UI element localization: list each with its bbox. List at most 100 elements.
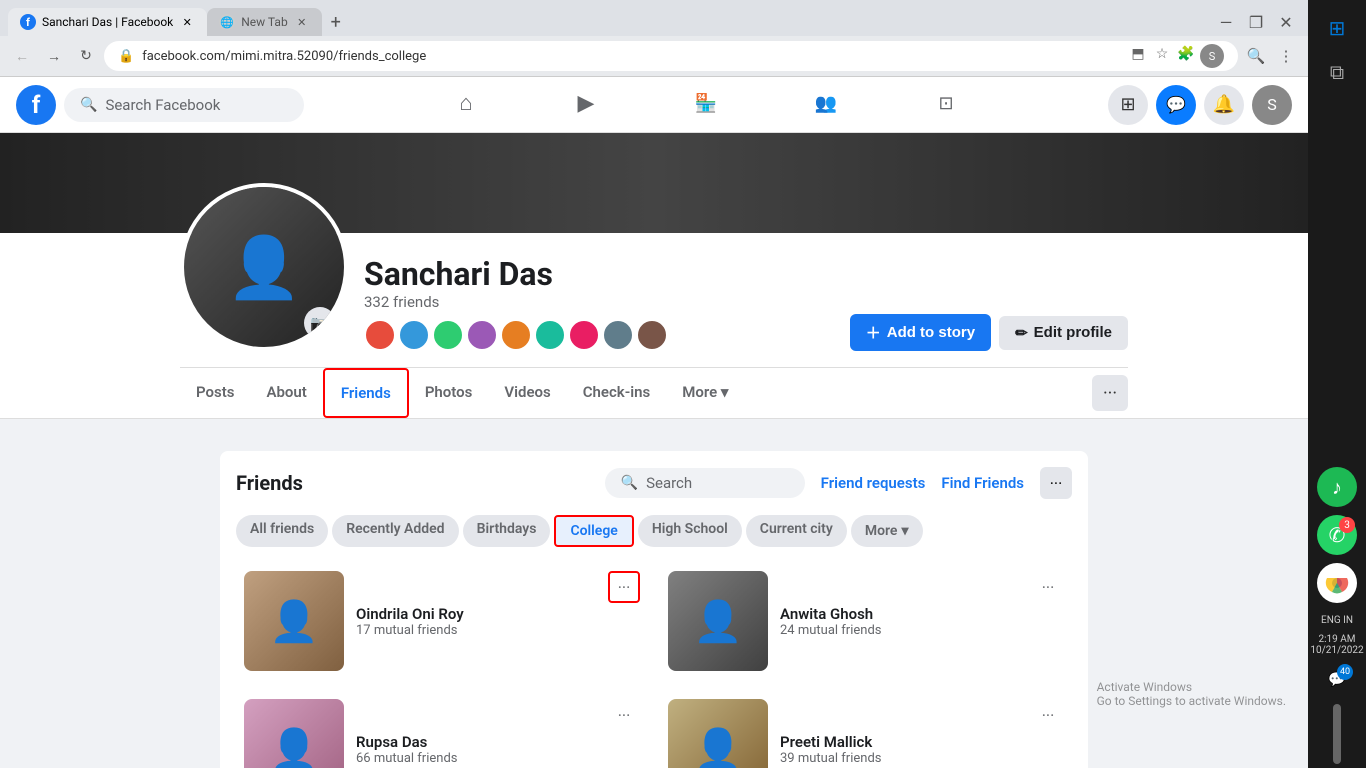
high-school-label: High School	[652, 521, 728, 537]
window-minimize-button[interactable]: —	[1212, 8, 1240, 36]
friend-options-button-rupsa[interactable]: ···	[608, 699, 640, 731]
pencil-icon: ✏	[1015, 324, 1028, 342]
messenger-button[interactable]: 💬	[1156, 85, 1196, 125]
window-maximize-button[interactable]: ❐	[1242, 8, 1270, 36]
browser-menu-icon[interactable]: ⋮	[1272, 42, 1300, 70]
windows-start-icon[interactable]: ⊞	[1317, 8, 1357, 48]
new-tab-button[interactable]: +	[322, 8, 350, 36]
friend-options-button-preeti[interactable]: ···	[1032, 699, 1064, 731]
friend-card-rupsa[interactable]: 👤 Rupsa Das 66 mutual friends ···	[236, 691, 648, 768]
profile-avatar[interactable]: S	[1252, 85, 1292, 125]
friend-name-rupsa: Rupsa Das	[356, 733, 640, 751]
add-to-story-label: Add to story	[887, 324, 975, 341]
nav-more[interactable]: More ▾	[666, 369, 744, 418]
friend-info-rupsa: Rupsa Das 66 mutual friends	[356, 733, 640, 766]
videos-label: Videos	[504, 383, 550, 401]
spotify-icon[interactable]: ♪	[1317, 467, 1357, 507]
star-icon[interactable]: ☆	[1152, 44, 1172, 64]
friends-section-wrapper: Friends 🔍 Search Friend requests Find Fr…	[204, 419, 1104, 768]
window-close-button[interactable]: ✕	[1272, 8, 1300, 36]
friend-card-oindrila[interactable]: 👤 Oindrila Oni Roy 17 mutual friends ···	[236, 563, 648, 679]
nav-home[interactable]: ⌂	[410, 79, 522, 131]
extensions-icon[interactable]: 🧩	[1176, 44, 1196, 64]
address-bar[interactable]: 🔒 facebook.com/mimi.mitra.52090/friends_…	[104, 41, 1238, 71]
profile-info-row: 👤 📷 Sanchari Das 332 friends	[180, 233, 1128, 368]
activate-windows-watermark: Activate Windows Go to Settings to activ…	[1097, 680, 1286, 708]
college-label: College	[570, 523, 617, 539]
back-button[interactable]: ←	[8, 42, 36, 70]
friend-avatar-1	[364, 319, 396, 351]
browser-tab-facebook[interactable]: f Sanchari Das | Facebook ✕	[8, 8, 207, 36]
more-label: More ▾	[682, 383, 728, 401]
nav-about[interactable]: About	[250, 369, 322, 418]
task-view-icon[interactable]: ⧉	[1317, 52, 1357, 92]
friend-mutual-rupsa: 66 mutual friends	[356, 751, 640, 766]
browser-tab-newtab[interactable]: 🌐 New Tab ✕	[207, 8, 321, 36]
friend-name-preeti: Preeti Mallick	[780, 733, 1064, 751]
search-bar[interactable]: 🔍 Search Facebook	[64, 88, 304, 122]
nav-videos[interactable]: Videos	[488, 369, 566, 418]
clock-widget[interactable]: 2:19 AM 10/21/2022	[1310, 634, 1363, 656]
language-indicator[interactable]: ENG IN	[1321, 615, 1353, 626]
friend-card-anwita[interactable]: 👤 Anwita Ghosh 24 mutual friends ···	[660, 563, 1072, 679]
friend-mutual-preeti: 39 mutual friends	[780, 751, 1064, 766]
nav-posts[interactable]: Posts	[180, 369, 250, 418]
nav-watch[interactable]: ▶	[530, 79, 642, 131]
friend-mutual-oindrila: 17 mutual friends	[356, 623, 640, 638]
profile-friends-count: 332 friends	[364, 293, 850, 311]
friend-card-preeti[interactable]: 👤 Preeti Mallick 39 mutual friends ···	[660, 691, 1072, 768]
facebook-logo[interactable]: f	[16, 85, 56, 125]
nav-groups[interactable]: 👥	[770, 79, 882, 131]
camera-button[interactable]: 📷	[304, 307, 336, 339]
browser-search-icon[interactable]: 🔍	[1242, 42, 1270, 70]
whatsapp-icon[interactable]: ✆ 3	[1317, 515, 1357, 555]
friend-info-anwita: Anwita Ghosh 24 mutual friends	[780, 605, 1064, 638]
filter-all-friends[interactable]: All friends	[236, 515, 328, 547]
all-friends-label: All friends	[250, 521, 314, 537]
tab-close-newtab[interactable]: ✕	[294, 14, 310, 30]
edit-profile-button[interactable]: ✏ Edit profile	[999, 316, 1128, 350]
reload-button[interactable]: ↻	[72, 42, 100, 70]
notifications-button[interactable]: 🔔	[1204, 85, 1244, 125]
filter-high-school[interactable]: High School	[638, 515, 742, 547]
friend-name-anwita: Anwita Ghosh	[780, 605, 1064, 623]
profile-picture[interactable]: 👤 📷	[180, 183, 348, 351]
windows-notification-icon[interactable]: 💬 40	[1317, 660, 1357, 700]
filter-recently-added[interactable]: Recently Added	[332, 515, 458, 547]
filter-current-city[interactable]: Current city	[746, 515, 847, 547]
tab-close-facebook[interactable]: ✕	[179, 14, 195, 30]
friends-options-button[interactable]: ···	[1040, 467, 1072, 499]
profile-nav-ellipsis[interactable]: ···	[1092, 375, 1128, 411]
friend-image-oindrila: 👤	[244, 571, 344, 671]
chrome-icon[interactable]	[1317, 563, 1357, 603]
profile-section: 👤 📷 Sanchari Das 332 friends	[0, 233, 1308, 368]
nav-friends[interactable]: Friends	[323, 368, 409, 418]
filter-more[interactable]: More ▾	[851, 515, 923, 547]
friend-avatars	[364, 319, 850, 351]
friend-avatar-8	[602, 319, 634, 351]
find-friends-link[interactable]: Find Friends	[941, 474, 1024, 492]
friends-search-bar[interactable]: 🔍 Search	[605, 468, 805, 498]
nav-checkins[interactable]: Check-ins	[567, 369, 666, 418]
profile-icon-addr[interactable]: S	[1200, 44, 1224, 68]
filter-birthdays[interactable]: Birthdays	[463, 515, 551, 547]
forward-button[interactable]: →	[40, 42, 68, 70]
friend-image-rupsa: 👤	[244, 699, 344, 768]
filter-college[interactable]: College	[554, 515, 633, 547]
nav-marketplace[interactable]: 🏪	[650, 79, 762, 131]
scrollbar-thumb[interactable]	[1333, 704, 1341, 764]
apps-button[interactable]: ⊞	[1108, 85, 1148, 125]
friend-image-anwita: 👤	[668, 571, 768, 671]
windows-right-sidebar: ⊞ ⧉ ♪ ✆ 3 ENG IN 2:19 AM 10/21/2022 💬 40	[1308, 0, 1366, 768]
cast-icon[interactable]: ⬒	[1128, 44, 1148, 64]
add-to-story-button[interactable]: ＋ Add to story	[850, 314, 991, 351]
friend-options-button-oindrila[interactable]: ···	[608, 571, 640, 603]
friend-options-button-anwita[interactable]: ···	[1032, 571, 1064, 603]
nav-photos[interactable]: Photos	[409, 369, 489, 418]
filter-more-chevron-icon: ▾	[901, 523, 908, 539]
friend-name-oindrila: Oindrila Oni Roy	[356, 605, 640, 623]
about-label: About	[266, 383, 306, 401]
friends-filter-tabs: All friends Recently Added Birthdays Col…	[236, 515, 1072, 547]
nav-gaming[interactable]: ⊡	[890, 79, 1002, 131]
friend-requests-link[interactable]: Friend requests	[821, 474, 926, 492]
